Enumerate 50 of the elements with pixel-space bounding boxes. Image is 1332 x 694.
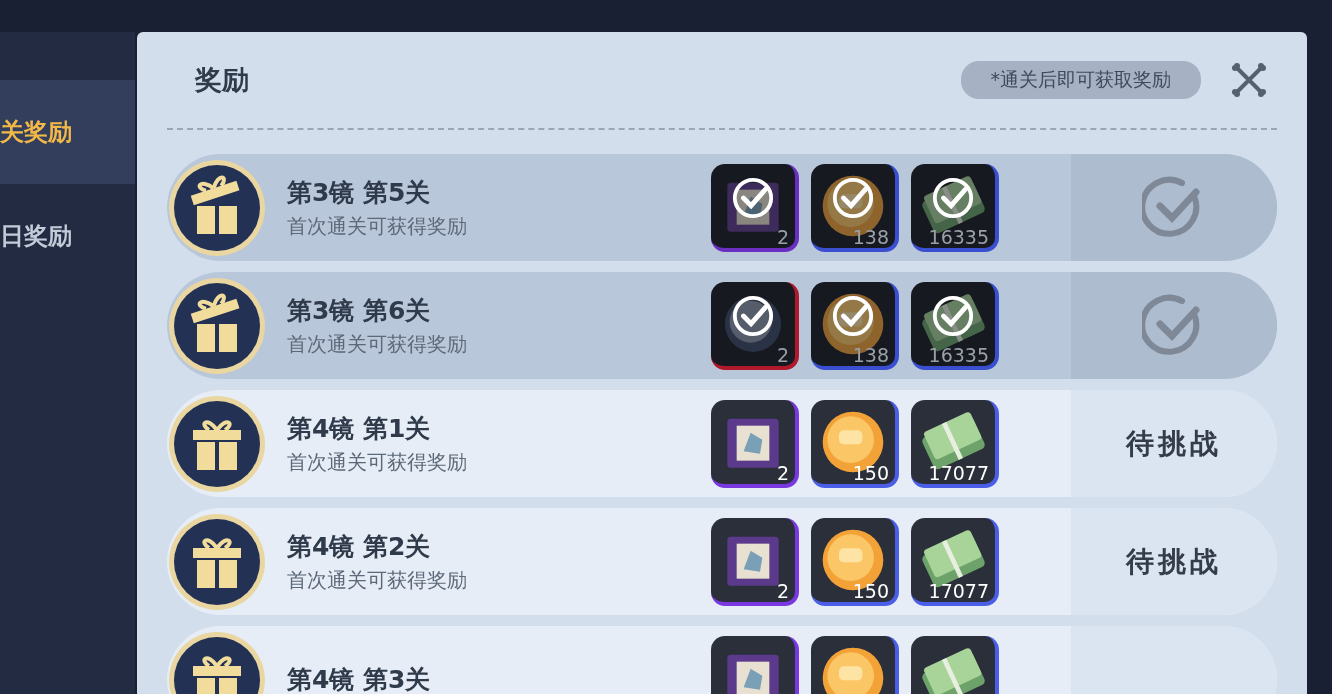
- stage-subtitle: 首次通关可获得奖励: [287, 448, 468, 476]
- check-icon: [731, 293, 775, 338]
- reward-item[interactable]: 138: [811, 281, 899, 370]
- reward-item[interactable]: 138: [811, 163, 899, 252]
- close-icon[interactable]: [1231, 62, 1267, 98]
- check-icon: [831, 175, 875, 220]
- reward-item[interactable]: 17077: [911, 399, 999, 488]
- reward-item[interactable]: 16335: [911, 163, 999, 252]
- check-icon: [831, 293, 875, 338]
- reward-item[interactable]: 17077: [911, 517, 999, 606]
- status-label: 待挑战: [1126, 543, 1222, 580]
- item-count: 2: [776, 579, 789, 602]
- item-count: 2: [776, 225, 789, 248]
- reward-item[interactable]: 2: [711, 281, 799, 370]
- stage-title: 第3镜 第5关: [287, 176, 432, 209]
- gift-icon: [167, 393, 267, 494]
- item-count: 16335: [928, 225, 989, 248]
- reward-item[interactable]: 2: [711, 399, 799, 488]
- stage-title: 第4镜 第2关: [287, 530, 432, 563]
- notice-pill: *通关后即可获取奖励: [960, 61, 1201, 99]
- item-count: 150: [852, 461, 889, 484]
- check-icon: [931, 293, 975, 338]
- check-icon: [731, 175, 775, 220]
- stage-subtitle: 首次通关可获得奖励: [287, 566, 468, 594]
- check-icon: [931, 175, 975, 220]
- reward-item[interactable]: 2: [711, 163, 799, 252]
- item-count: 2: [776, 461, 789, 484]
- gift-icon: [167, 275, 267, 376]
- stage-subtitle: 首次通关可获得奖励: [287, 212, 468, 240]
- gift-icon: [167, 511, 267, 612]
- stage-title: 第4镜 第3关: [287, 664, 432, 694]
- panel-title: 奖励: [195, 63, 249, 97]
- reward-item[interactable]: 150: [811, 399, 899, 488]
- status-label: 待挑战: [1126, 425, 1222, 462]
- item-count: 150: [852, 579, 889, 602]
- item-count: 2: [776, 343, 789, 366]
- sidebar-tab[interactable]: 日奖励: [0, 184, 135, 288]
- sidebar-tab[interactable]: 关奖励: [0, 80, 135, 184]
- item-count: 16335: [928, 343, 989, 366]
- gift-icon: [167, 157, 267, 258]
- item-count: 138: [852, 225, 889, 248]
- item-count: 138: [852, 343, 889, 366]
- item-count: 17077: [928, 579, 989, 602]
- reward-item[interactable]: 150: [811, 517, 899, 606]
- stage-title: 第4镜 第1关: [287, 412, 432, 445]
- item-count: 17077: [928, 461, 989, 484]
- reward-item[interactable]: 2: [711, 517, 799, 606]
- stage-subtitle: 首次通关可获得奖励: [287, 330, 468, 358]
- stage-title: 第3镜 第6关: [287, 294, 432, 327]
- reward-item[interactable]: 16335: [911, 281, 999, 370]
